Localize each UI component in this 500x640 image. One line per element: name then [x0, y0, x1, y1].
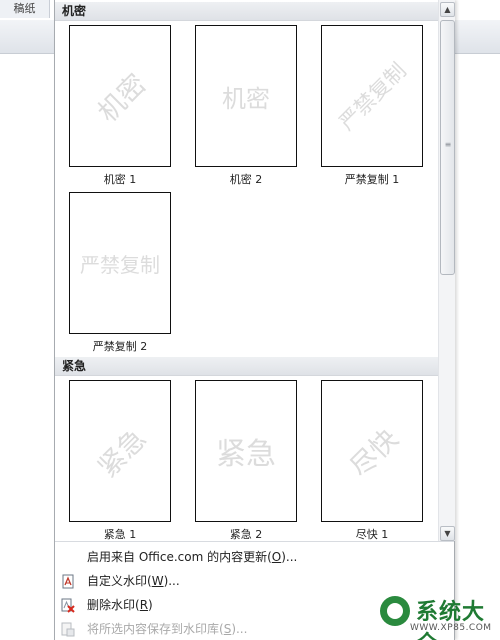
thumb-label: 尽快 1: [355, 528, 389, 541]
gallery-scrollbar[interactable]: ▲ ≡ ▼: [438, 0, 455, 541]
watermark-text: 严禁复制: [334, 58, 411, 135]
menu-item-label: 删除水印(R): [87, 598, 153, 612]
watermark-thumb-no-copy-1[interactable]: 严禁复制: [321, 25, 423, 167]
watermark-text: 机密: [92, 68, 153, 129]
thumb-label: 严禁复制 1: [344, 173, 400, 186]
thumb-label: 机密 1: [103, 173, 137, 186]
logo-url: WWW.XP85.COM: [410, 623, 492, 633]
watermark-thumb-no-copy-2[interactable]: 严禁复制: [69, 192, 171, 334]
background-ribbon: [0, 0, 56, 640]
thumb-label: 紧急 1: [103, 528, 137, 541]
watermark-dropdown: 机密 机密 机密 1 机密 机密 2 严禁复制 严禁复制 1 严禁复制 严禁复制…: [54, 0, 455, 640]
watermark-text: 严禁复制: [80, 252, 160, 277]
save-to-gallery-icon: [61, 622, 75, 637]
watermark-thumb-confidential-2[interactable]: 机密: [195, 25, 297, 167]
watermark-thumb-urgent-1[interactable]: 紧急: [69, 380, 171, 522]
watermark-thumb-confidential-1[interactable]: 机密: [69, 25, 171, 167]
custom-watermark-icon: [62, 574, 74, 589]
thumb-label: 紧急 2: [229, 528, 263, 541]
remove-watermark-icon: [61, 598, 75, 613]
menu-item-label: 将所选内容保存到水印库(S)...: [87, 622, 248, 636]
watermark-text: 机密: [222, 84, 270, 113]
watermark-text: 紧急: [216, 437, 276, 472]
logo-text: 系统大全: [416, 600, 486, 640]
watermark-text: 紧急: [92, 423, 153, 484]
menu-item-label: 自定义水印(W)...: [87, 574, 180, 588]
ribbon-button-manuscript[interactable]: 稿纸: [0, 0, 50, 18]
section-header-confidential: 机密: [55, 2, 438, 21]
site-logo: 系统大全 WWW.XP85.COM: [372, 590, 500, 640]
section-header-urgent: 紧急: [55, 357, 438, 376]
logo-emblem-icon: [380, 596, 410, 626]
watermark-thumb-urgent-2[interactable]: 紧急: [195, 380, 297, 522]
menu-item-enable-office-updates[interactable]: 启用来自 Office.com 的内容更新(O)...: [55, 546, 454, 569]
scroll-down-arrow-icon[interactable]: ▼: [440, 526, 455, 541]
grip-icon: ≡: [444, 140, 452, 149]
watermark-text: 尽快: [344, 423, 405, 484]
scrollbar-thumb[interactable]: ≡: [440, 20, 455, 275]
thumb-label: 机密 2: [229, 173, 263, 186]
watermark-gallery: 机密 机密 机密 1 机密 机密 2 严禁复制 严禁复制 1 严禁复制 严禁复制…: [55, 0, 438, 541]
menu-item-label: 启用来自 Office.com 的内容更新(O)...: [87, 550, 298, 564]
ribbon-band-right: [455, 20, 500, 54]
thumb-label: 严禁复制 2: [92, 340, 148, 353]
ribbon-band-left: [0, 20, 56, 54]
scroll-up-arrow-icon[interactable]: ▲: [440, 2, 455, 17]
watermark-thumb-asap-1[interactable]: 尽快: [321, 380, 423, 522]
